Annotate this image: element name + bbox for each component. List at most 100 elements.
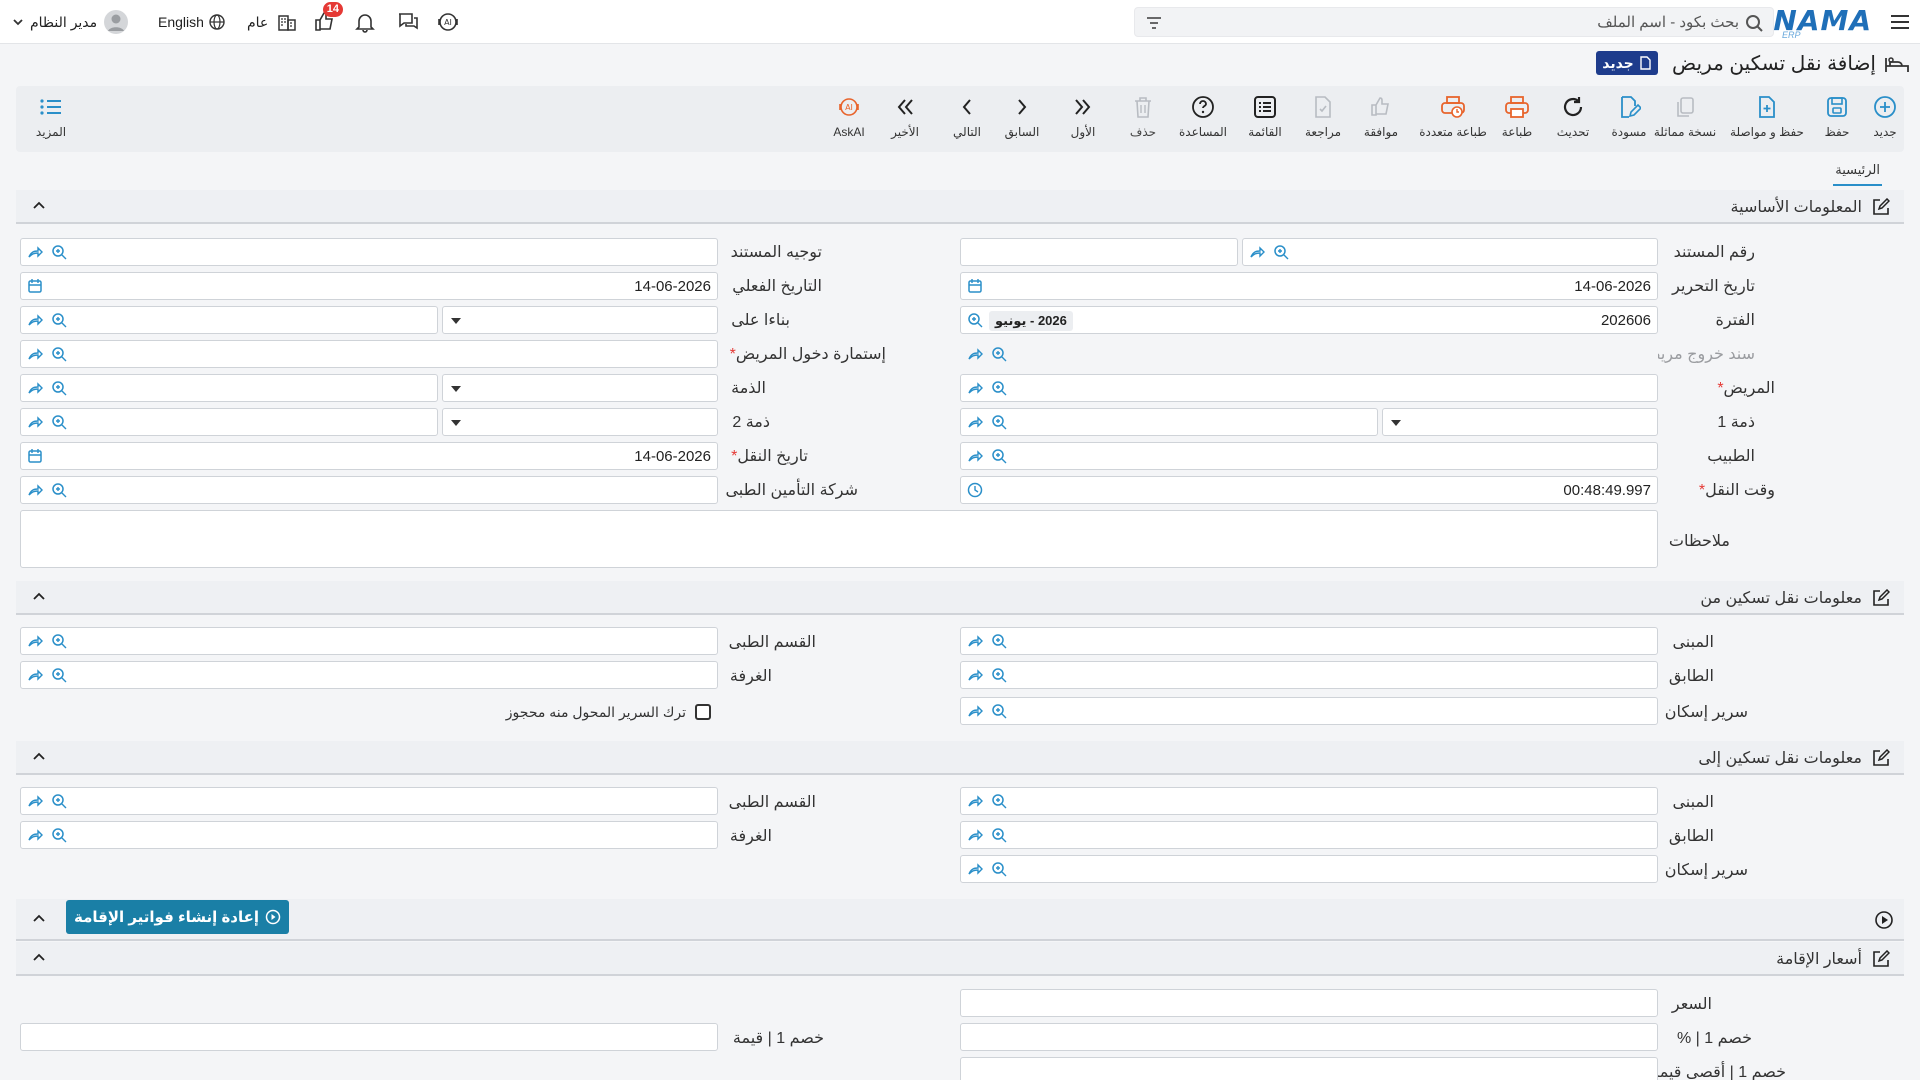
lookup-icon[interactable]	[51, 380, 67, 396]
chevron-up-icon[interactable]	[32, 200, 46, 210]
discharge-doc-field[interactable]	[960, 340, 1658, 368]
delete-button[interactable]: حذف	[1108, 94, 1178, 146]
list-button[interactable]: القائمة	[1230, 94, 1300, 146]
lookup-icon[interactable]	[51, 346, 67, 362]
account-type-select[interactable]	[442, 374, 718, 402]
lookup-icon[interactable]	[51, 414, 67, 430]
play-circle-icon[interactable]	[1874, 910, 1894, 930]
share-icon[interactable]	[27, 414, 43, 430]
save-button[interactable]: حفظ	[1802, 94, 1872, 146]
share-icon[interactable]	[967, 346, 983, 362]
share-icon[interactable]	[27, 633, 43, 649]
help-button[interactable]: المساعدة	[1168, 94, 1238, 146]
patient-field[interactable]	[960, 374, 1658, 402]
discount1-pct-field[interactable]	[960, 1023, 1658, 1051]
doc-number-prefix-field[interactable]	[960, 238, 1238, 266]
lookup-icon[interactable]	[51, 244, 67, 260]
share-icon[interactable]	[27, 244, 43, 260]
chevron-up-icon[interactable]	[32, 913, 46, 923]
lookup-icon[interactable]	[51, 827, 67, 843]
share-icon[interactable]	[27, 667, 43, 683]
from-building-field[interactable]	[960, 627, 1658, 655]
share-icon[interactable]	[27, 346, 43, 362]
share-icon[interactable]	[27, 380, 43, 396]
askai-button[interactable]: AI AskAI	[814, 94, 884, 146]
doctor-field[interactable]	[960, 442, 1658, 470]
scope-label[interactable]: عام	[247, 10, 268, 34]
lookup-icon[interactable]	[991, 667, 1007, 683]
user-menu[interactable]: مدير النظام	[12, 10, 129, 34]
section-basic-info[interactable]: المعلومات الأساسية	[16, 190, 1904, 224]
lookup-icon[interactable]	[51, 312, 67, 328]
chevron-up-icon[interactable]	[32, 591, 46, 601]
edit-date-field[interactable]: 14-06-2026	[960, 272, 1658, 300]
section-transfer-from[interactable]: معلومات نقل تسكين من	[16, 581, 1904, 615]
actual-date-field[interactable]: 14-06-2026	[20, 272, 718, 300]
chat-icon[interactable]	[396, 10, 420, 34]
notes-textarea[interactable]	[20, 510, 1658, 568]
calendar-icon[interactable]	[27, 278, 43, 294]
section-transfer-to[interactable]: معلومات نقل تسكين إلى	[16, 741, 1904, 775]
regenerate-invoices-button[interactable]: إعادة إنشاء فواتير الإقامة	[66, 900, 290, 934]
share-icon[interactable]	[967, 380, 983, 396]
more-button[interactable]: المزيد	[16, 94, 86, 146]
approvals-icon[interactable]: 14	[313, 2, 343, 34]
save-continue-button[interactable]: حفظ و مواصلة	[1722, 94, 1812, 146]
section-stay-prices[interactable]: أسعار الإقامة	[16, 942, 1904, 976]
share-icon[interactable]	[967, 793, 983, 809]
from-floor-field[interactable]	[960, 661, 1658, 689]
bell-icon[interactable]	[354, 10, 376, 34]
lookup-icon[interactable]	[991, 346, 1007, 362]
lookup-icon[interactable]	[51, 482, 67, 498]
lookup-icon[interactable]	[991, 448, 1007, 464]
lookup-icon[interactable]	[51, 667, 67, 683]
next-button[interactable]: التالي	[932, 94, 1002, 146]
to-room-field[interactable]	[20, 821, 718, 849]
lookup-icon[interactable]	[51, 633, 67, 649]
account1-field[interactable]	[960, 408, 1378, 436]
lookup-icon[interactable]	[51, 793, 67, 809]
account2-field[interactable]	[20, 408, 438, 436]
to-floor-field[interactable]	[960, 821, 1658, 849]
account1-type-select[interactable]	[1382, 408, 1658, 436]
account2-type-select[interactable]	[442, 408, 718, 436]
share-icon[interactable]	[27, 312, 43, 328]
lookup-icon[interactable]	[1273, 244, 1289, 260]
filter-icon[interactable]	[1145, 14, 1163, 32]
based-on-type-select[interactable]	[442, 306, 718, 334]
chevron-up-icon[interactable]	[32, 751, 46, 761]
transfer-time-field[interactable]: 00:48:49.997	[960, 476, 1658, 504]
share-icon[interactable]	[967, 667, 983, 683]
nama-logo[interactable]: NAMA ERP	[1773, 4, 1872, 40]
from-department-field[interactable]	[20, 627, 718, 655]
account-field[interactable]	[20, 374, 438, 402]
multi-print-button[interactable]: طباعة متعددة	[1412, 94, 1494, 146]
share-icon[interactable]	[967, 703, 983, 719]
doc-direction-field[interactable]	[20, 238, 718, 266]
lookup-icon[interactable]	[991, 861, 1007, 877]
share-icon[interactable]	[27, 827, 43, 843]
keep-bed-checkbox[interactable]	[695, 704, 711, 720]
doc-number-field[interactable]	[1242, 238, 1658, 266]
share-icon[interactable]	[967, 861, 983, 877]
to-bed-field[interactable]	[960, 855, 1658, 883]
lookup-icon[interactable]	[991, 793, 1007, 809]
based-on-field[interactable]	[20, 306, 438, 334]
lookup-icon[interactable]	[991, 380, 1007, 396]
lookup-icon[interactable]	[991, 703, 1007, 719]
ai-assistant-icon[interactable]: AI	[436, 10, 460, 34]
insurance-field[interactable]	[20, 476, 718, 504]
to-department-field[interactable]	[20, 787, 718, 815]
discount1-value-field[interactable]	[20, 1023, 718, 1051]
from-bed-field[interactable]	[960, 697, 1658, 725]
calendar-icon[interactable]	[967, 278, 983, 294]
clock-icon[interactable]	[967, 482, 983, 498]
chevron-up-icon[interactable]	[32, 952, 46, 962]
share-icon[interactable]	[967, 448, 983, 464]
share-icon[interactable]	[27, 482, 43, 498]
transfer-date-field[interactable]: 14-06-2026	[20, 442, 718, 470]
share-icon[interactable]	[27, 793, 43, 809]
company-icon[interactable]	[276, 10, 298, 34]
from-room-field[interactable]	[20, 661, 718, 689]
share-icon[interactable]	[967, 414, 983, 430]
